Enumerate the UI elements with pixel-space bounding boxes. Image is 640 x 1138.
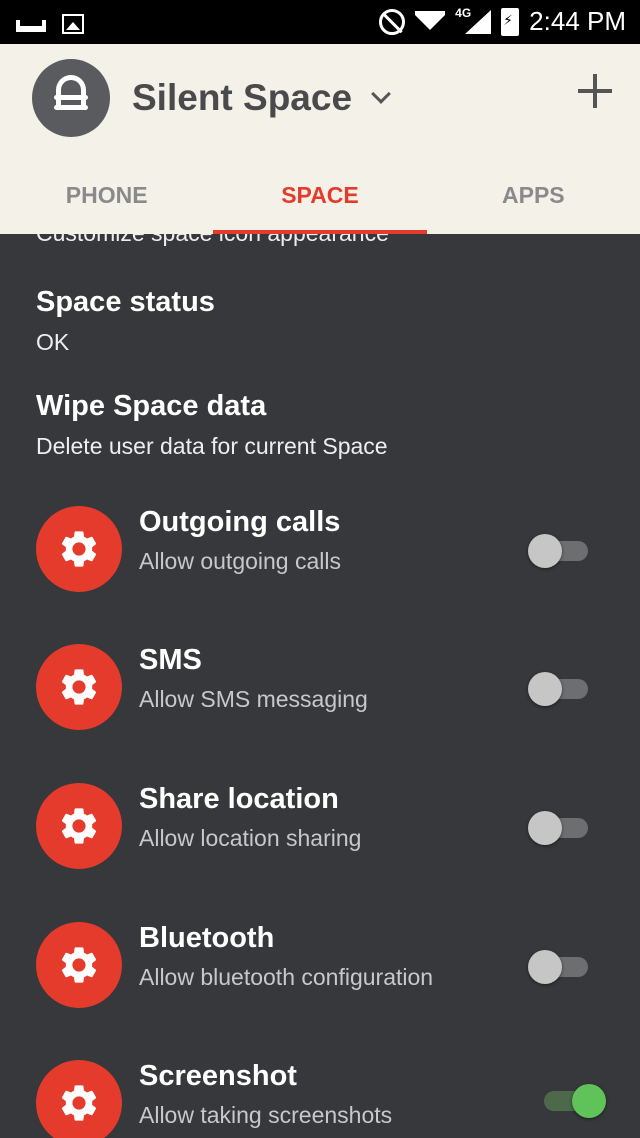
tab-space[interactable]: SPACE [213,172,427,234]
clock: 2:44 PM [529,6,626,36]
toggle-row-share-location[interactable]: Share location Allow location sharing [0,783,640,903]
row-title: Screenshot [139,1060,297,1092]
gear-icon [36,783,122,869]
row-title: Outgoing calls [139,506,341,538]
row-text: Share location Allow location sharing [139,783,361,852]
toggle-row-screenshot[interactable]: Screenshot Allow taking screenshots [0,1060,640,1138]
pref-title: Space status [36,286,215,318]
share-location-switch[interactable] [528,811,588,845]
space-selector[interactable]: Silent Space [132,77,391,119]
row-subtitle: Allow taking screenshots [139,1102,393,1128]
gear-icon [36,506,122,592]
row-title: Bluetooth [139,922,275,954]
row-text: Outgoing calls Allow outgoing calls [139,506,341,575]
gear-icon [36,922,122,1008]
bluetooth-switch[interactable] [528,950,588,984]
signal-icon: 4G [455,6,492,36]
screenshot-switch[interactable] [538,1084,606,1118]
pref-wipe-space-data[interactable]: Wipe Space data Delete user data for cur… [36,390,388,460]
sms-switch[interactable] [528,672,588,706]
customize-icon-pref-subtitle[interactable]: Customize space icon appearance [36,234,389,247]
tab-apps[interactable]: APPS [427,172,640,234]
chevron-down-icon[interactable] [371,84,391,104]
toggle-row-sms[interactable]: SMS Allow SMS messaging [0,644,640,764]
toggle-row-outgoing-calls[interactable]: Outgoing calls Allow outgoing calls [0,506,640,626]
app-bar: Silent Space PHONE SPACE APPS [0,44,640,234]
tab-bar: PHONE SPACE APPS [0,172,640,234]
row-subtitle: Allow bluetooth configuration [139,964,434,990]
row-text: SMS Allow SMS messaging [139,644,368,713]
lock-icon[interactable] [32,59,110,137]
row-text: Bluetooth Allow bluetooth configuration [139,922,433,991]
row-title: Share location [139,783,339,815]
status-bar-left [16,10,84,34]
tab-phone[interactable]: PHONE [0,172,213,234]
add-icon[interactable] [578,74,612,108]
toggle-row-bluetooth[interactable]: Bluetooth Allow bluetooth configuration [0,922,640,1042]
row-title: SMS [139,644,202,676]
row-subtitle: Allow SMS messaging [139,686,368,712]
do-not-disturb-icon [379,8,406,35]
image-icon [62,14,84,34]
outgoing-calls-switch[interactable] [528,534,588,568]
status-bar-right: 4G 2:44 PM [379,6,626,37]
pref-title: Wipe Space data [36,390,267,422]
battery-charging-icon [501,7,520,36]
wifi-icon [415,11,445,33]
app-title[interactable]: Silent Space [132,77,352,119]
pref-space-status[interactable]: Space status OK [36,286,215,356]
row-text: Screenshot Allow taking screenshots [139,1060,392,1129]
gear-icon [36,644,122,730]
gear-icon [36,1060,122,1138]
pref-subtitle: Delete user data for current Space [36,433,388,459]
row-subtitle: Allow location sharing [139,825,362,851]
pref-subtitle: OK [36,329,70,355]
settings-list: Customize space icon appearance Space st… [0,234,640,1138]
screen-cast-icon [16,10,46,34]
row-subtitle: Allow outgoing calls [139,548,342,574]
status-bar: 4G 2:44 PM [0,0,640,44]
